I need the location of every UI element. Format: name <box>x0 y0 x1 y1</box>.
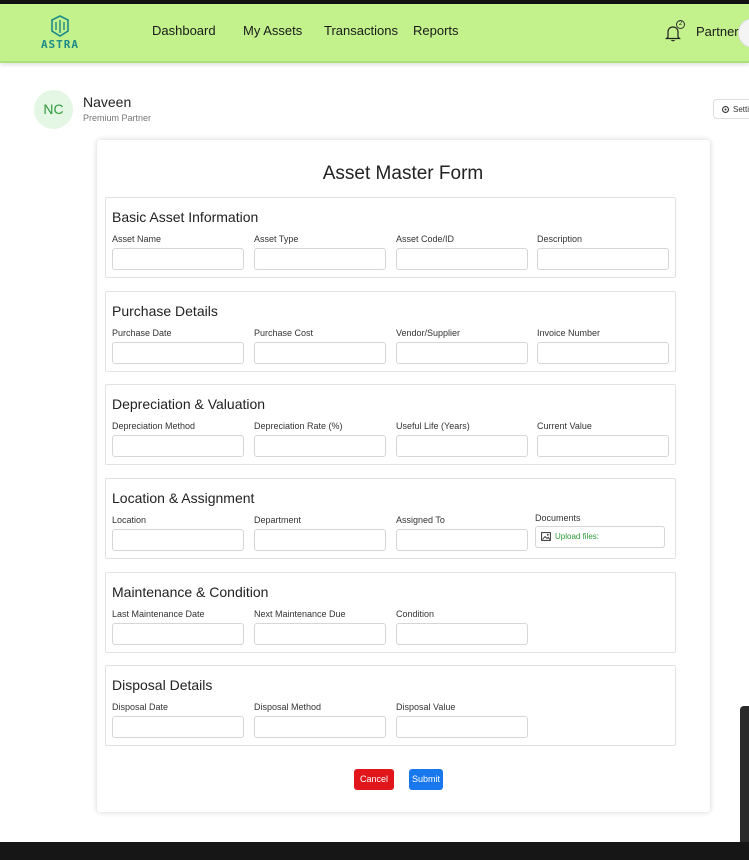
profile-avatar: NC <box>34 90 73 129</box>
upload-files-button[interactable]: Upload files: <box>535 526 665 548</box>
depreciation-method-input[interactable] <box>112 435 244 457</box>
field-label: Asset Code/ID <box>396 234 455 244</box>
assigned-to-input[interactable] <box>396 529 528 551</box>
section-basic-asset-information: Basic Asset Information Asset Name Asset… <box>105 197 676 278</box>
asset-type-input[interactable] <box>254 248 386 270</box>
field-label: Purchase Cost <box>254 328 314 338</box>
field-label: Location <box>112 515 147 525</box>
section-title: Disposal Details <box>112 677 213 693</box>
field-label: Condition <box>396 609 435 619</box>
top-navbar: ASTRA Dashboard My Assets Transactions R… <box>0 4 749 63</box>
location-input[interactable] <box>112 529 244 551</box>
field-label: Last Maintenance Date <box>112 609 205 619</box>
form-title: Asset Master Form <box>322 163 484 184</box>
section-disposal-details: Disposal Details Disposal Date Disposal … <box>105 665 676 746</box>
useful-life-input[interactable] <box>396 435 528 457</box>
user-menu-label[interactable]: Partner <box>696 24 739 39</box>
nav-reports[interactable]: Reports <box>413 23 459 38</box>
field-label: Purchase Date <box>112 328 172 338</box>
field-label: Current Value <box>537 421 592 431</box>
disposal-method-input[interactable] <box>254 716 386 738</box>
user-avatar[interactable] <box>738 18 749 48</box>
side-panel-edge <box>740 706 749 842</box>
field-label: Assigned To <box>396 515 445 525</box>
field-label: Invoice Number <box>537 328 601 338</box>
asset-name-input[interactable] <box>112 248 244 270</box>
next-maintenance-due-input[interactable] <box>254 623 386 645</box>
field-label: Depreciation Rate (%) <box>254 421 343 431</box>
section-purchase-details: Purchase Details Purchase Date Purchase … <box>105 291 676 372</box>
cancel-button[interactable]: Cancel <box>354 769 394 790</box>
purchase-date-input[interactable] <box>112 342 244 364</box>
bottom-bar <box>0 842 749 860</box>
field-label: Depreciation Method <box>112 421 196 431</box>
current-value-input[interactable] <box>537 435 669 457</box>
field-label: Department <box>254 515 302 525</box>
nav-my-assets[interactable]: My Assets <box>243 23 302 38</box>
depreciation-rate-input[interactable] <box>254 435 386 457</box>
section-location-assignment: Location & Assignment Location Departmen… <box>105 478 676 559</box>
vendor-input[interactable] <box>396 342 528 364</box>
section-title: Location & Assignment <box>112 490 255 506</box>
asset-code-input[interactable] <box>396 248 528 270</box>
settings-label: Settings <box>733 105 749 114</box>
settings-button[interactable]: Settings <box>713 99 749 119</box>
section-title: Maintenance & Condition <box>112 584 269 600</box>
field-label: Documents <box>535 513 581 523</box>
astra-logo-icon <box>51 15 69 37</box>
brand-name: ASTRA <box>40 38 80 51</box>
brand-logo[interactable]: ASTRA <box>40 15 80 51</box>
section-title: Depreciation & Valuation <box>112 396 266 412</box>
disposal-date-input[interactable] <box>112 716 244 738</box>
nav-dashboard[interactable]: Dashboard <box>152 23 216 38</box>
submit-button[interactable]: Submit <box>409 769 443 790</box>
field-label: Description <box>537 234 583 244</box>
image-icon <box>541 532 551 541</box>
section-title: Purchase Details <box>112 303 218 319</box>
field-label: Asset Name <box>112 234 162 244</box>
section-title: Basic Asset Information <box>112 209 259 225</box>
notification-badge: 2 <box>676 20 685 29</box>
field-label: Vendor/Supplier <box>396 328 461 338</box>
field-label: Useful Life (Years) <box>396 421 470 431</box>
field-label: Disposal Date <box>112 702 169 712</box>
field-label: Asset Type <box>254 234 299 244</box>
profile-role: Premium Partner <box>83 113 152 123</box>
section-maintenance-condition: Maintenance & Condition Last Maintenance… <box>105 572 676 653</box>
gear-icon <box>721 105 730 114</box>
description-input[interactable] <box>537 248 669 270</box>
condition-input[interactable] <box>396 623 528 645</box>
invoice-number-input[interactable] <box>537 342 669 364</box>
profile-name: Naveen <box>83 94 132 110</box>
purchase-cost-input[interactable] <box>254 342 386 364</box>
field-label: Next Maintenance Due <box>254 609 346 619</box>
section-depreciation-valuation: Depreciation & Valuation Depreciation Me… <box>105 384 676 465</box>
nav-transactions[interactable]: Transactions <box>324 23 398 38</box>
field-label: Disposal Value <box>396 702 456 712</box>
last-maintenance-date-input[interactable] <box>112 623 244 645</box>
disposal-value-input[interactable] <box>396 716 528 738</box>
upload-label: Upload files: <box>555 532 600 541</box>
department-input[interactable] <box>254 529 386 551</box>
field-label: Disposal Method <box>254 702 322 712</box>
